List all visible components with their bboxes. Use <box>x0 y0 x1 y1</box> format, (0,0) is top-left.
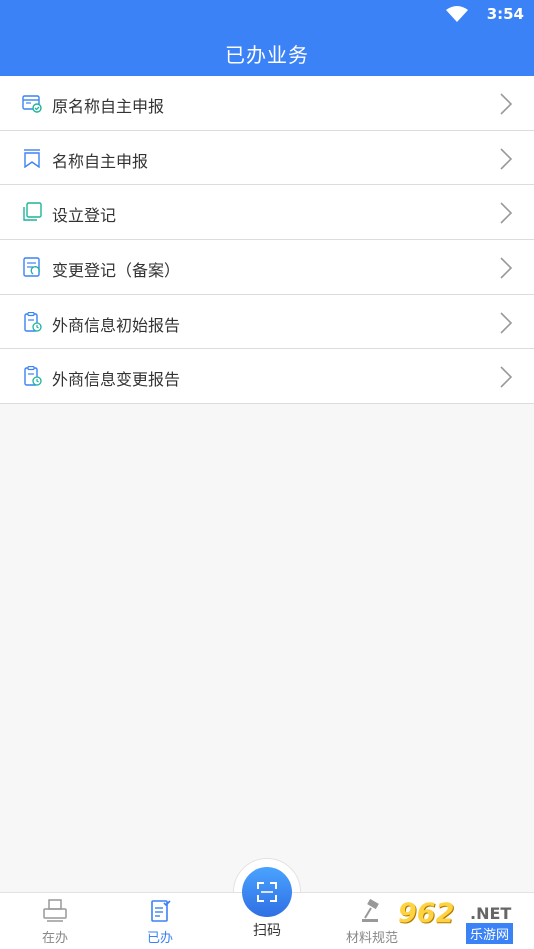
list-item-label: 外商信息初始报告 <box>52 315 181 335</box>
status-time: 3:54 <box>486 5 524 23</box>
chevron-right-icon <box>500 366 512 389</box>
list-item-establishment-registration[interactable]: 设立登记 <box>0 185 534 241</box>
list-item-foreign-change-report[interactable]: 外商信息变更报告 <box>0 349 534 405</box>
scan-label: 扫码 <box>253 923 281 939</box>
clipboard-clock-icon <box>24 366 42 387</box>
watermark: 962 .NET 乐游网 <box>394 898 534 944</box>
chevron-right-icon <box>500 312 512 334</box>
tab-completed[interactable]: 已办 <box>105 899 215 946</box>
doc-check-icon <box>151 900 171 922</box>
document-edit-icon <box>23 257 40 277</box>
list-item-foreign-initial-report[interactable]: 外商信息初始报告 <box>0 295 534 350</box>
chevron-right-icon <box>500 93 512 115</box>
list-item-label: 名称自主申报 <box>52 151 149 171</box>
watermark-subtitle: 乐游网 <box>466 923 514 944</box>
list-item-label: 设立登记 <box>52 206 117 226</box>
printer-icon <box>43 899 67 922</box>
list-item-label: 外商信息变更报告 <box>52 370 181 390</box>
tab-label: 在办 <box>41 931 68 946</box>
scan-icon <box>257 882 277 902</box>
scan-button[interactable] <box>242 867 292 917</box>
app-bar: 已办业务 <box>0 30 534 76</box>
tab-in-progress[interactable]: 在办 <box>0 899 110 946</box>
id-card-check-icon <box>22 95 42 113</box>
list-item-original-name-declaration[interactable]: 原名称自主申报 <box>0 76 534 131</box>
list-item-label: 变更登记（备案） <box>52 261 181 281</box>
business-list: 原名称自主申报 名称自主申报 设立登记 变更登记（备案） 外商信息初始报告 外商… <box>0 76 534 405</box>
list-item-name-declaration[interactable]: 名称自主申报 <box>0 131 534 186</box>
copy-icon <box>23 202 42 222</box>
clipboard-clock-icon <box>24 311 42 332</box>
chevron-right-icon <box>500 202 512 224</box>
page-title: 已办业务 <box>225 43 309 67</box>
watermark-logo: 962 <box>398 898 455 929</box>
status-bar: 3:54 <box>0 0 534 30</box>
list-item-change-registration[interactable]: 变更登记（备案） <box>0 240 534 295</box>
watermark-domain: .NET <box>470 904 512 923</box>
list-item-label: 原名称自主申报 <box>52 97 165 116</box>
tab-label: 已办 <box>146 931 173 946</box>
chevron-right-icon <box>500 148 512 170</box>
gavel-icon <box>362 899 379 922</box>
wifi-icon <box>446 6 468 22</box>
chevron-right-icon <box>500 257 512 279</box>
bookmark-icon <box>24 148 40 168</box>
